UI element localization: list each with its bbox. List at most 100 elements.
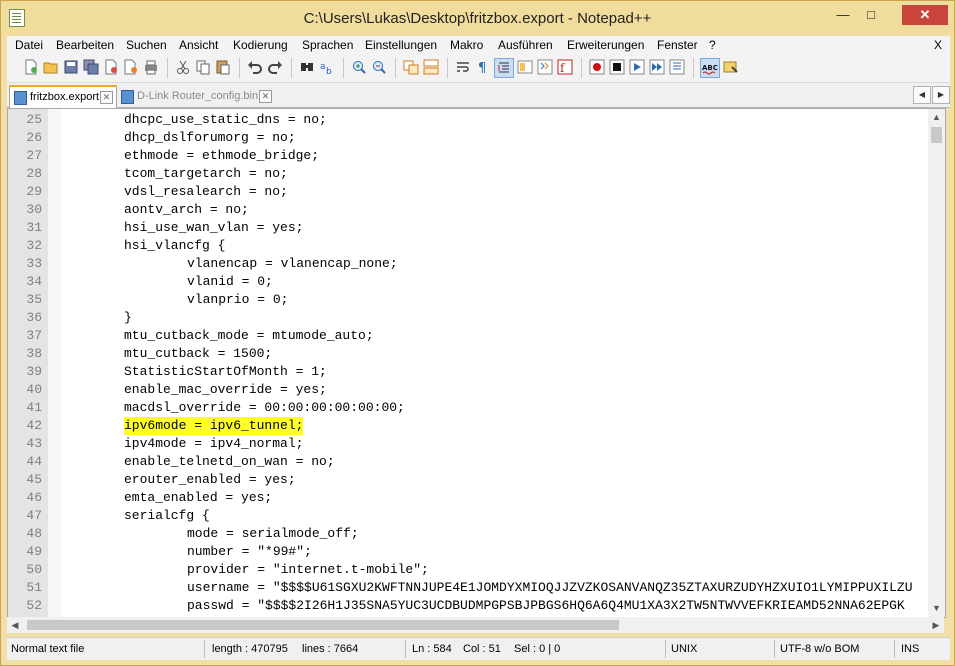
redo-icon[interactable] [267,59,283,75]
code-text: vlanid = 0; [187,274,273,289]
sync-v-icon[interactable] [403,59,419,75]
code-line[interactable]: 41 macdsl_override = 00:00:00:00:00:00; [8,399,928,417]
run-macro-multiple-icon[interactable] [649,59,665,75]
code-line[interactable]: 43 ipv4mode = ipv4_normal; [8,435,928,453]
code-line[interactable]: 52 passwd = "$$$$2I26H1J35SNA5YUC3UCDBUDM… [8,597,928,615]
code-line[interactable]: 27 ethmode = ethmode_bridge; [8,147,928,165]
menu-ansicht[interactable]: Ansicht [179,38,218,52]
line-number: 30 [26,202,42,217]
code-line[interactable]: 36} [8,309,928,327]
copy-icon[interactable] [195,59,211,75]
minimize-button[interactable]: — [830,5,856,25]
scroll-up-icon[interactable]: ▲ [928,109,945,126]
text-editor[interactable]: 25 dhcpc_use_static_dns = no; 26 dhcp_dslfo… [7,108,946,618]
code-line[interactable]: 31 hsi_use_wan_vlan = yes; [8,219,928,237]
spellcheck-icon[interactable]: ABC [700,58,720,78]
sync-h-icon[interactable] [423,59,439,75]
code-line[interactable]: 42 ipv6mode = ipv6_tunnel; [8,417,928,435]
tab-close-icon[interactable]: ✕ [100,91,113,104]
maximize-button[interactable]: □ [858,5,884,25]
title-bar[interactable]: C:\Users\Lukas\Desktop\fritzbox.export -… [1,1,954,35]
tab-label: fritzbox.export [30,91,100,103]
new-file-icon[interactable] [23,59,39,75]
code-line[interactable]: 30 aontv_arch = no; [8,201,928,219]
code-text: ethmode = ethmode_bridge; [124,148,320,163]
menu-suchen[interactable]: Suchen [126,38,167,52]
menu-erweiterungen[interactable]: Erweiterungen [567,38,644,52]
horizontal-scrollbar[interactable]: ◀ ▶ [7,617,944,633]
menu-makro[interactable]: Makro [450,38,483,52]
zoom-in-icon[interactable] [351,59,367,75]
save-macro-icon[interactable] [669,59,685,75]
code-line[interactable]: 25 dhcpc_use_static_dns = no; [8,111,928,129]
code-line[interactable]: 49 number = "*99#"; [8,543,928,561]
scroll-left-icon[interactable]: ◀ [7,617,23,633]
play-macro-icon[interactable] [629,59,645,75]
code-line[interactable]: 32 hsi_vlancfg { [8,237,928,255]
line-number: 36 [26,310,42,325]
menu-einstellungen[interactable]: Einstellungen [365,38,437,52]
code-line[interactable]: 46 emta_enabled = yes; [8,489,928,507]
code-line[interactable]: 48 mode = serialmode_off; [8,525,928,543]
print-icon[interactable] [143,59,159,75]
word-wrap-icon[interactable] [455,59,471,75]
find-icon[interactable] [299,59,315,75]
record-macro-icon[interactable] [589,59,605,75]
cut-icon[interactable] [175,59,191,75]
save-all-icon[interactable] [83,59,99,75]
paste-icon[interactable] [215,59,231,75]
open-file-icon[interactable] [43,59,59,75]
menu-bearbeiten[interactable]: Bearbeiten [56,38,114,52]
plugin-icon[interactable]: f [557,59,573,75]
code-line[interactable]: 35 vlanprio = 0; [8,291,928,309]
tab-scroll-left-icon[interactable]: ◀ [913,86,931,104]
save-icon[interactable] [63,59,79,75]
line-number: 34 [26,274,42,289]
tab-dlink-router-config[interactable]: D-Link Router_config.bin ✕ [117,86,275,106]
menu-kodierung[interactable]: Kodierung [233,38,288,52]
scroll-right-icon[interactable]: ▶ [928,617,944,633]
menu-sprachen[interactable]: Sprachen [302,38,353,52]
tab-close-icon[interactable]: ✕ [259,90,272,103]
spellcheck-options-icon[interactable] [723,59,739,75]
code-line[interactable]: 26 dhcp_dslforumorg = no; [8,129,928,147]
close-window-button[interactable]: ✕ [902,5,948,25]
zoom-out-icon[interactable] [371,59,387,75]
show-all-chars-icon[interactable]: ¶ [475,59,491,75]
tab-scroll-right-icon[interactable]: ▶ [932,86,950,104]
replace-icon[interactable]: ab [319,59,335,75]
close-document-button[interactable]: X [934,38,942,52]
undo-icon[interactable] [247,59,263,75]
code-line[interactable]: 38 mtu_cutback = 1500; [8,345,928,363]
code-text: } [124,310,132,325]
menu-fenster[interactable]: Fenster [657,38,698,52]
code-line[interactable]: 28 tcom_targetarch = no; [8,165,928,183]
menu-datei[interactable]: Datei [15,38,43,52]
code-line[interactable]: 50 provider = "internet.t-mobile"; [8,561,928,579]
vertical-scrollbar[interactable]: ▲ ▼ [928,109,945,617]
menu-ausfuehren[interactable]: Ausführen [498,38,553,52]
stop-record-icon[interactable] [609,59,625,75]
menu-help[interactable]: ? [709,38,716,52]
doc-map-icon[interactable] [517,59,533,75]
tab-fritzbox-export[interactable]: fritzbox.export ✕ [9,85,117,108]
vertical-scroll-thumb[interactable] [931,127,942,143]
code-line[interactable]: 39 StatisticStartOfMonth = 1; [8,363,928,381]
code-text: provider = "internet.t-mobile"; [187,562,429,577]
code-line[interactable]: 34 vlanid = 0; [8,273,928,291]
horizontal-scroll-thumb[interactable] [27,620,619,630]
close-icon[interactable] [103,59,119,75]
close-all-icon[interactable] [123,59,139,75]
line-number: 42 [26,418,42,433]
code-line[interactable]: 33 vlanencap = vlanencap_none; [8,255,928,273]
code-line[interactable]: 51 username = "$$$$U61SGXU2KWFTNNJUPE4E1J… [8,579,928,597]
code-line[interactable]: 47 serialcfg { [8,507,928,525]
code-line[interactable]: 37 mtu_cutback_mode = mtumode_auto; [8,327,928,345]
function-list-icon[interactable] [537,59,553,75]
code-line[interactable]: 45 erouter_enabled = yes; [8,471,928,489]
scroll-down-icon[interactable]: ▼ [928,600,945,617]
code-line[interactable]: 44 enable_telnetd_on_wan = no; [8,453,928,471]
code-line[interactable]: 29 vdsl_resalearch = no; [8,183,928,201]
code-line[interactable]: 40 enable_mac_override = yes; [8,381,928,399]
indent-guide-icon[interactable] [494,58,514,78]
